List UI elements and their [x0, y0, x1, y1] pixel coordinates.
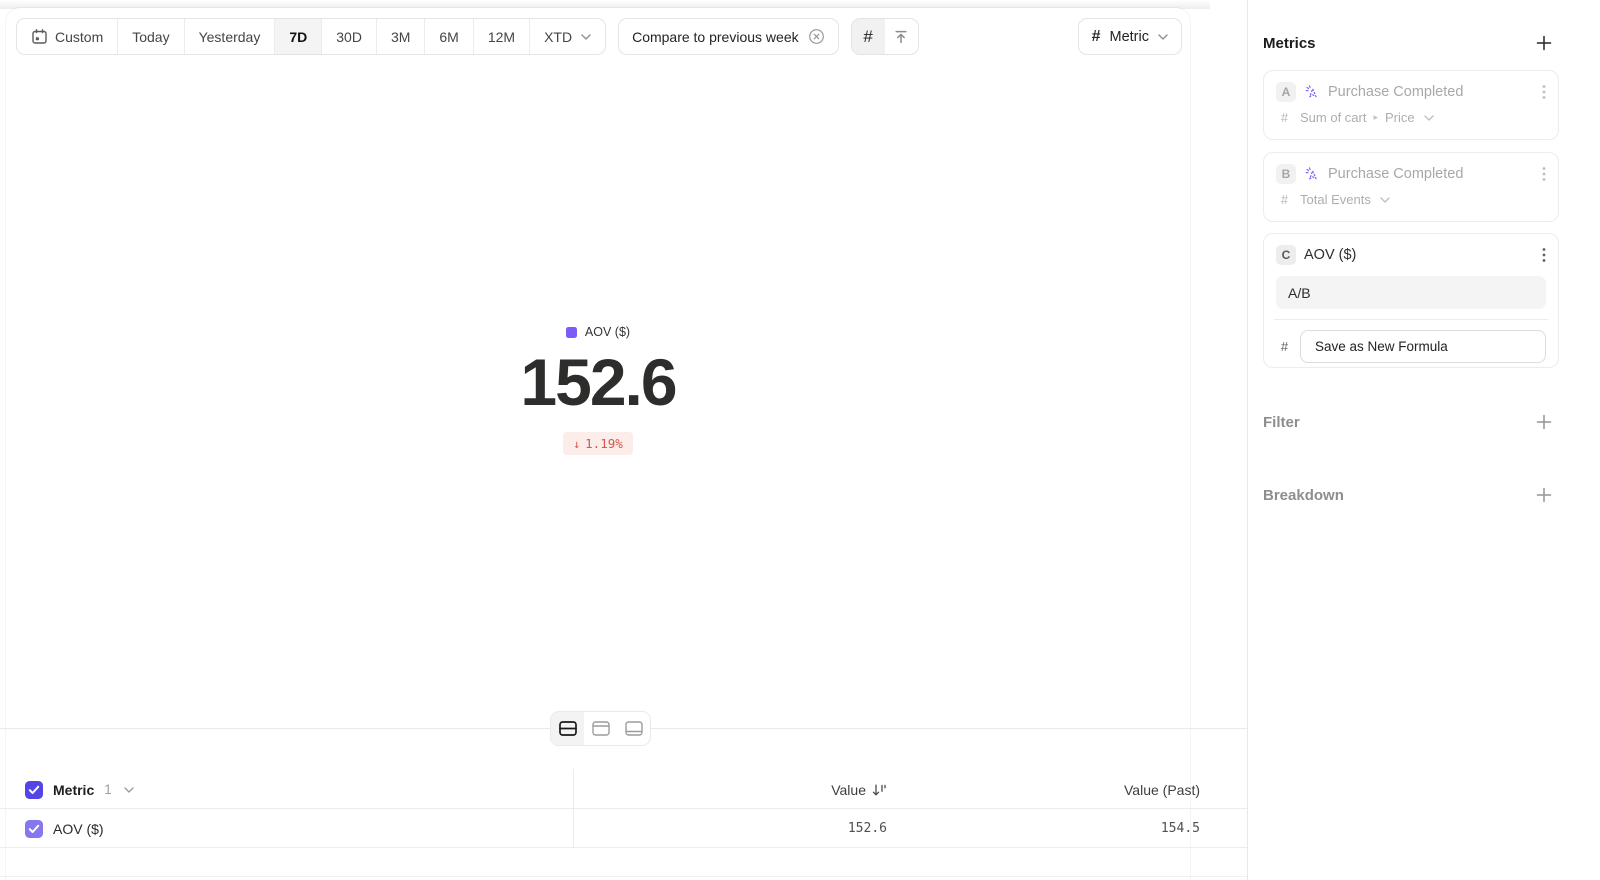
- arrow-up-to-line-icon: [893, 29, 909, 45]
- metric-count: 1: [104, 782, 112, 797]
- layout-toggle-group: [550, 711, 651, 746]
- metric-card-b[interactable]: B Purchase Completed # Total Events: [1263, 152, 1559, 222]
- hash-icon: #: [863, 27, 872, 47]
- date-range-6m[interactable]: 6M: [425, 19, 473, 54]
- divider: [0, 847, 1247, 848]
- compare-chip-label: Compare to previous week: [632, 29, 799, 45]
- breakdown-section-header: Breakdown: [1263, 486, 1553, 504]
- toolbar: Custom Today Yesterday 7D 30D 3M 6M 12M …: [16, 18, 1182, 55]
- hash-icon: #: [1276, 111, 1293, 125]
- legend-label: AOV ($): [585, 325, 630, 339]
- date-range-custom[interactable]: Custom: [17, 19, 118, 54]
- save-as-new-formula-button[interactable]: Save as New Formula: [1300, 330, 1546, 363]
- breakdown-title: Breakdown: [1263, 487, 1344, 504]
- uplift-toggle[interactable]: [885, 19, 918, 54]
- date-range-yesterday[interactable]: Yesterday: [185, 19, 276, 54]
- add-filter-button[interactable]: [1535, 413, 1553, 431]
- table-row: AOV ($) 152.6 154.5: [0, 809, 1247, 848]
- metric-badge: C: [1276, 245, 1296, 265]
- divider: [0, 876, 1247, 877]
- metric-badge: A: [1276, 82, 1296, 102]
- metrics-section-header: Metrics: [1263, 34, 1553, 52]
- metrics-title: Metrics: [1263, 35, 1316, 52]
- metric-event-name: Purchase Completed: [1328, 84, 1534, 100]
- metric-card-a[interactable]: A Purchase Completed # Sum of cart ▸ Pri…: [1263, 70, 1559, 140]
- delta-value: 1.19%: [585, 436, 623, 451]
- query-sidebar: Metrics A Purchase Completed # Sum of ca…: [1247, 0, 1600, 880]
- chart-legend: AOV ($): [6, 325, 1190, 339]
- select-all-checkbox[interactable]: [25, 781, 43, 799]
- table-header-row: Metric 1 Value Value (: [0, 770, 1247, 809]
- date-range-control: Custom Today Yesterday 7D 30D 3M 6M 12M …: [16, 18, 606, 55]
- row-metric-name: AOV ($): [53, 821, 104, 837]
- delta-badge: ↓ 1.19%: [563, 432, 633, 455]
- formula-metric-name: AOV ($): [1304, 247, 1534, 263]
- value-past-column-header[interactable]: Value (Past): [1124, 782, 1200, 798]
- hash-icon: #: [1092, 28, 1101, 46]
- row-value: 152.6: [848, 821, 887, 836]
- value-column-header[interactable]: Value: [831, 782, 887, 798]
- arrow-down-icon: ↓: [573, 437, 580, 451]
- filter-section-header: Filter: [1263, 413, 1553, 431]
- date-range-12m[interactable]: 12M: [474, 19, 530, 54]
- panel-top-icon: [592, 721, 610, 736]
- legend-swatch: [566, 327, 577, 338]
- divider: [1274, 319, 1548, 320]
- chevron-down-icon: [1380, 197, 1390, 203]
- triangle-separator-icon: ▸: [1373, 112, 1378, 123]
- date-range-3m[interactable]: 3M: [377, 19, 425, 54]
- chevron-down-icon: [581, 34, 591, 40]
- add-metric-button[interactable]: [1535, 34, 1553, 52]
- metric-card-c[interactable]: C AOV ($) A/B # Save as New Formula: [1263, 233, 1559, 368]
- date-range-7d[interactable]: 7D: [275, 19, 322, 54]
- chevron-down-icon: [1158, 34, 1168, 40]
- more-options-icon[interactable]: [1542, 247, 1546, 263]
- metric-type-dropdown[interactable]: # Metric: [1078, 18, 1182, 55]
- chevron-down-icon[interactable]: [124, 787, 134, 793]
- event-sparkle-icon: [1304, 166, 1320, 182]
- divider: [573, 769, 574, 847]
- metric-badge: B: [1276, 164, 1296, 184]
- formula-input[interactable]: A/B: [1276, 276, 1546, 309]
- row-value-past: 154.5: [1161, 821, 1200, 836]
- main-panel: Custom Today Yesterday 7D 30D 3M 6M 12M …: [0, 0, 1247, 880]
- absolute-number-toggle[interactable]: #: [852, 19, 885, 54]
- more-options-icon[interactable]: [1542, 84, 1546, 100]
- aggregation-selector[interactable]: # Total Events: [1276, 192, 1546, 207]
- sort-descending-icon: [872, 783, 887, 797]
- chevron-down-icon: [1424, 115, 1434, 121]
- remove-compare-icon[interactable]: [808, 28, 825, 45]
- metric-dropdown-label: Metric: [1110, 29, 1149, 45]
- compare-chip[interactable]: Compare to previous week: [618, 18, 839, 55]
- chart-only-toggle[interactable]: [584, 712, 617, 745]
- filter-title: Filter: [1263, 414, 1300, 431]
- date-range-30d[interactable]: 30D: [322, 19, 377, 54]
- table-only-toggle[interactable]: [617, 712, 650, 745]
- date-range-xtd[interactable]: XTD: [530, 19, 605, 54]
- value-mode-control: #: [851, 18, 919, 55]
- metric-event-name: Purchase Completed: [1328, 166, 1534, 182]
- date-range-today[interactable]: Today: [118, 19, 184, 54]
- calendar-icon: [31, 28, 48, 45]
- delta-row: ↓ 1.19%: [6, 432, 1190, 455]
- row-checkbox[interactable]: [25, 820, 43, 838]
- hash-icon: #: [1276, 339, 1293, 354]
- big-number-value: 152.6: [6, 344, 1190, 420]
- aggregation-selector[interactable]: # Sum of cart ▸ Price: [1276, 110, 1546, 125]
- panel-bottom-icon: [625, 721, 643, 736]
- split-view-icon: [559, 721, 577, 736]
- split-view-toggle[interactable]: [551, 712, 584, 745]
- event-sparkle-icon: [1304, 84, 1320, 100]
- hash-icon: #: [1276, 193, 1293, 207]
- add-breakdown-button[interactable]: [1535, 486, 1553, 504]
- date-range-label: Custom: [55, 29, 103, 45]
- metric-column-header: Metric: [53, 782, 94, 798]
- report-card: Custom Today Yesterday 7D 30D 3M 6M 12M …: [6, 8, 1190, 880]
- more-options-icon[interactable]: [1542, 166, 1546, 182]
